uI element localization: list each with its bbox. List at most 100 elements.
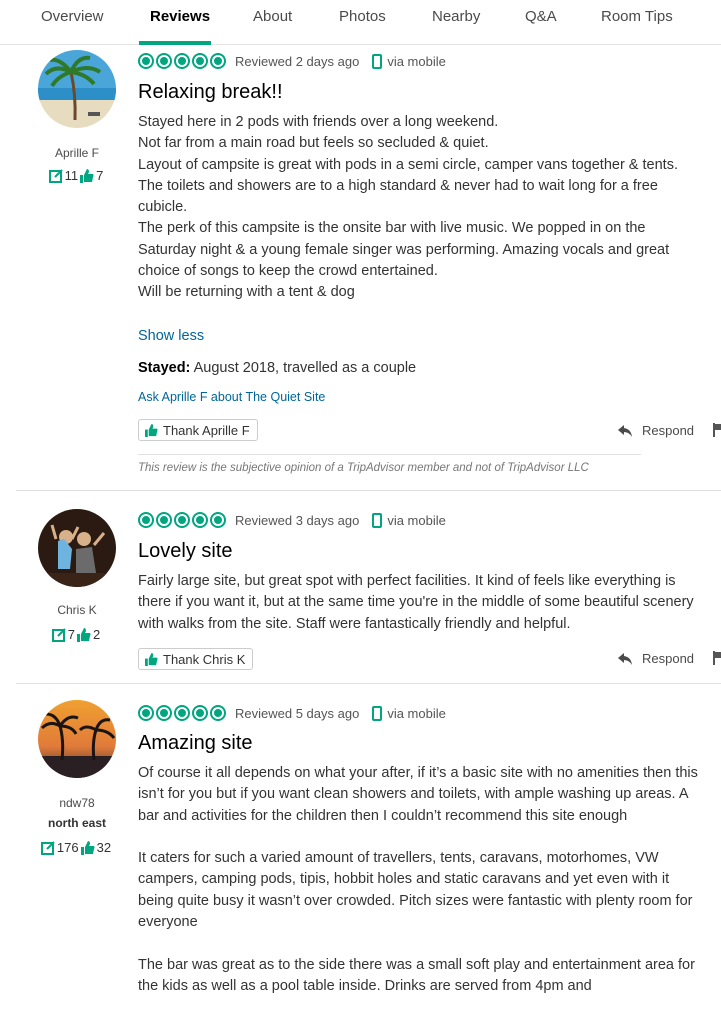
- flag-icon[interactable]: [713, 423, 721, 437]
- reply-arrow-icon: [618, 424, 632, 437]
- tab-photos[interactable]: Photos: [339, 8, 386, 25]
- section-tabs: Overview Reviews About Photos Nearby Q&A…: [0, 0, 721, 45]
- contributions-icon: [51, 627, 66, 642]
- rating-bubble-icon: [192, 705, 208, 721]
- rating-bubbles: [138, 705, 226, 721]
- review-paragraph: Not far from a main road but feels so se…: [138, 135, 489, 152]
- mobile-icon: [372, 705, 383, 721]
- review-meta: Reviewed 2 days ago via mobile: [138, 52, 446, 70]
- review-content: Reviewed 5 days ago via mobile Amazing s…: [138, 684, 698, 1024]
- tab-room-tips[interactable]: Room Tips: [601, 8, 673, 25]
- review-paragraph: Stayed here in 2 pods with friends over …: [138, 114, 499, 130]
- divider: [138, 454, 641, 455]
- rating-bubble-icon: [174, 705, 190, 721]
- contributions-count: 176: [56, 840, 79, 855]
- helpful-votes-icon: [80, 168, 94, 183]
- rating-bubble-icon: [210, 53, 226, 69]
- rating-bubbles: [138, 53, 226, 69]
- review-content: Reviewed 3 days ago via mobile Lovely si…: [138, 491, 721, 683]
- reviewer-stats: 176 32: [16, 840, 138, 855]
- mobile-icon: [372, 53, 383, 69]
- review-paragraph: Will be returning with a tent & dog: [138, 284, 355, 301]
- review-source: via mobile: [387, 53, 446, 69]
- review-body: Stayed here in 2 pods with friends over …: [138, 112, 698, 304]
- rating-bubble-icon: [138, 705, 154, 721]
- rating-bubble-icon: [156, 705, 172, 721]
- respond-label: Respond: [642, 423, 695, 438]
- helpful-votes-icon: [77, 627, 91, 642]
- rating-bubble-icon: [156, 512, 172, 528]
- review-title[interactable]: Amazing site: [138, 732, 253, 755]
- stayed-label: Stayed:: [138, 360, 191, 376]
- show-less-link[interactable]: Show less: [138, 328, 204, 344]
- active-tab-indicator: [139, 41, 211, 45]
- review-title[interactable]: Relaxing break!!: [138, 81, 283, 104]
- reviewer-name[interactable]: Aprille F: [16, 146, 138, 160]
- tab-overview[interactable]: Overview: [41, 8, 104, 25]
- reviewer-location: north east: [47, 816, 106, 830]
- contributions-icon: [40, 840, 55, 855]
- thank-button-label: Thank Chris K: [163, 651, 246, 667]
- review-meta: Reviewed 5 days ago via mobile: [138, 704, 446, 722]
- tab-nearby[interactable]: Nearby: [432, 8, 480, 25]
- contributions-icon: [48, 168, 63, 183]
- reviewer-stats: 11 7: [16, 168, 138, 183]
- rating-bubble-icon: [192, 53, 208, 69]
- rating-bubble-icon: [174, 53, 190, 69]
- ask-reviewer-link[interactable]: Ask Aprille F about The Quiet Site: [138, 390, 325, 404]
- contributions-count: 7: [67, 627, 75, 642]
- helpful-votes-count: 7: [96, 168, 104, 183]
- thank-button[interactable]: Thank Aprille F: [138, 419, 258, 441]
- stayed-value: August 2018, travelled as a couple: [190, 360, 417, 376]
- review-card: Chris K 7 2 Reviewed 3 days ago via mobi…: [16, 491, 721, 683]
- rating-bubble-icon: [174, 512, 190, 528]
- rating-bubble-icon: [192, 512, 208, 528]
- contributions-count: 11: [64, 168, 79, 183]
- reply-arrow-icon: [618, 652, 632, 665]
- review-paragraph: It caters for such a varied amount of tr…: [138, 850, 693, 931]
- review-body: Fairly large site, but great spot with p…: [138, 571, 698, 635]
- people-photo-avatar[interactable]: [38, 509, 116, 587]
- helpful-votes-count: 32: [96, 840, 112, 855]
- rating-bubble-icon: [138, 53, 154, 69]
- helpful-votes-count: 2: [93, 627, 101, 642]
- rating-bubble-icon: [210, 705, 226, 721]
- review-body: Of course it all depends on what your af…: [138, 763, 698, 997]
- review-date: Reviewed 5 days ago: [235, 705, 360, 721]
- tab-about[interactable]: About: [253, 8, 292, 25]
- review-paragraph: Layout of campsite is great with pods in…: [138, 156, 678, 173]
- review-paragraph: The perk of this campsite is the onsite …: [138, 220, 670, 280]
- review-content: Reviewed 2 days ago via mobile Relaxing …: [138, 46, 721, 490]
- sunset-palms-avatar[interactable]: [38, 700, 116, 778]
- rating-bubbles: [138, 512, 226, 528]
- review-title[interactable]: Lovely site: [138, 540, 233, 563]
- respond-button[interactable]: Respond: [618, 423, 694, 438]
- review-source: via mobile: [387, 705, 446, 721]
- tab-reviews[interactable]: Reviews: [150, 8, 210, 25]
- reviewer-name[interactable]: ndw78: [16, 796, 138, 810]
- respond-label: Respond: [642, 651, 695, 666]
- review-date: Reviewed 3 days ago: [235, 512, 360, 528]
- respond-button[interactable]: Respond: [618, 651, 694, 666]
- stayed-info: Stayed: August 2018, travelled as a coup…: [138, 360, 416, 376]
- flag-icon[interactable]: [713, 651, 721, 665]
- review-card: Aprille F 11 7 Reviewed 2 days ago via m…: [16, 46, 721, 490]
- review-paragraph: Of course it all depends on what your af…: [138, 765, 698, 824]
- thumbs-up-icon: [145, 652, 158, 666]
- review-disclaimer: This review is the subjective opinion of…: [138, 462, 589, 474]
- rating-bubble-icon: [210, 512, 226, 528]
- reviewer-name[interactable]: Chris K: [16, 603, 138, 617]
- review-paragraph: Fairly large site, but great spot with p…: [138, 573, 694, 632]
- review-date: Reviewed 2 days ago: [235, 53, 360, 69]
- palm-beach-avatar[interactable]: [38, 50, 116, 128]
- thank-button[interactable]: Thank Chris K: [138, 648, 254, 670]
- review-paragraph: The toilets and showers are to a high st…: [138, 177, 658, 216]
- review-card: ndw78 north east 176 32 Reviewed 5 days …: [16, 684, 721, 1024]
- review-meta: Reviewed 3 days ago via mobile: [138, 511, 446, 529]
- rating-bubble-icon: [138, 512, 154, 528]
- thumbs-up-icon: [145, 423, 158, 437]
- tab-qa[interactable]: Q&A: [525, 8, 557, 25]
- helpful-votes-icon: [80, 840, 95, 855]
- review-paragraph: The bar was great as to the side there w…: [138, 956, 695, 994]
- reviewer-stats: 7 2: [16, 627, 138, 642]
